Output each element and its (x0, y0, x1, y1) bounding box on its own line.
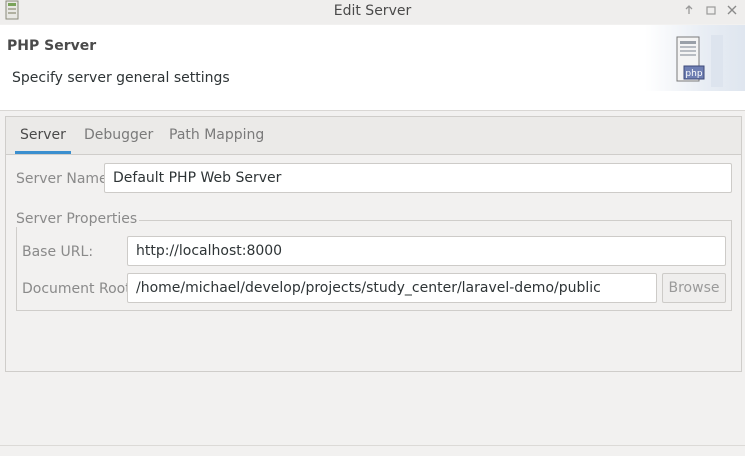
server-name-input[interactable] (104, 163, 732, 193)
window-title: Edit Server (333, 3, 412, 19)
server-name-label: Server Name: (16, 171, 113, 187)
tab-path-mapping[interactable]: Path Mapping (169, 117, 264, 153)
dialog-header: PHP Server Specify server general settin… (0, 25, 745, 111)
title-bar: Edit Server (0, 0, 745, 24)
document-root-label: Document Root: (22, 281, 136, 297)
base-url-input[interactable] (127, 236, 726, 266)
base-url-label: Base URL: (22, 244, 94, 260)
header-graphic: php (645, 25, 745, 91)
php-badge-text: php (685, 69, 702, 79)
header-description: Specify server general settings (12, 70, 230, 86)
server-properties-group: Server Properties Base URL: Document Roo… (16, 211, 732, 311)
header-title: PHP Server (7, 38, 97, 54)
php-server-icon: php (676, 35, 723, 87)
tab-debugger[interactable]: Debugger (84, 117, 153, 153)
arrow-up-icon[interactable] (682, 4, 696, 18)
document-root-input[interactable] (127, 273, 657, 303)
browse-button[interactable]: Browse (662, 273, 726, 303)
footer-divider (0, 445, 745, 446)
tab-panel: Server Debugger Path Mapping Server Name… (5, 116, 742, 372)
maximize-icon[interactable] (704, 4, 718, 18)
server-properties-legend: Server Properties (16, 211, 140, 227)
close-icon[interactable] (725, 4, 739, 18)
tab-bar: Server Debugger Path Mapping (6, 117, 741, 155)
tab-server[interactable]: Server (15, 117, 71, 154)
